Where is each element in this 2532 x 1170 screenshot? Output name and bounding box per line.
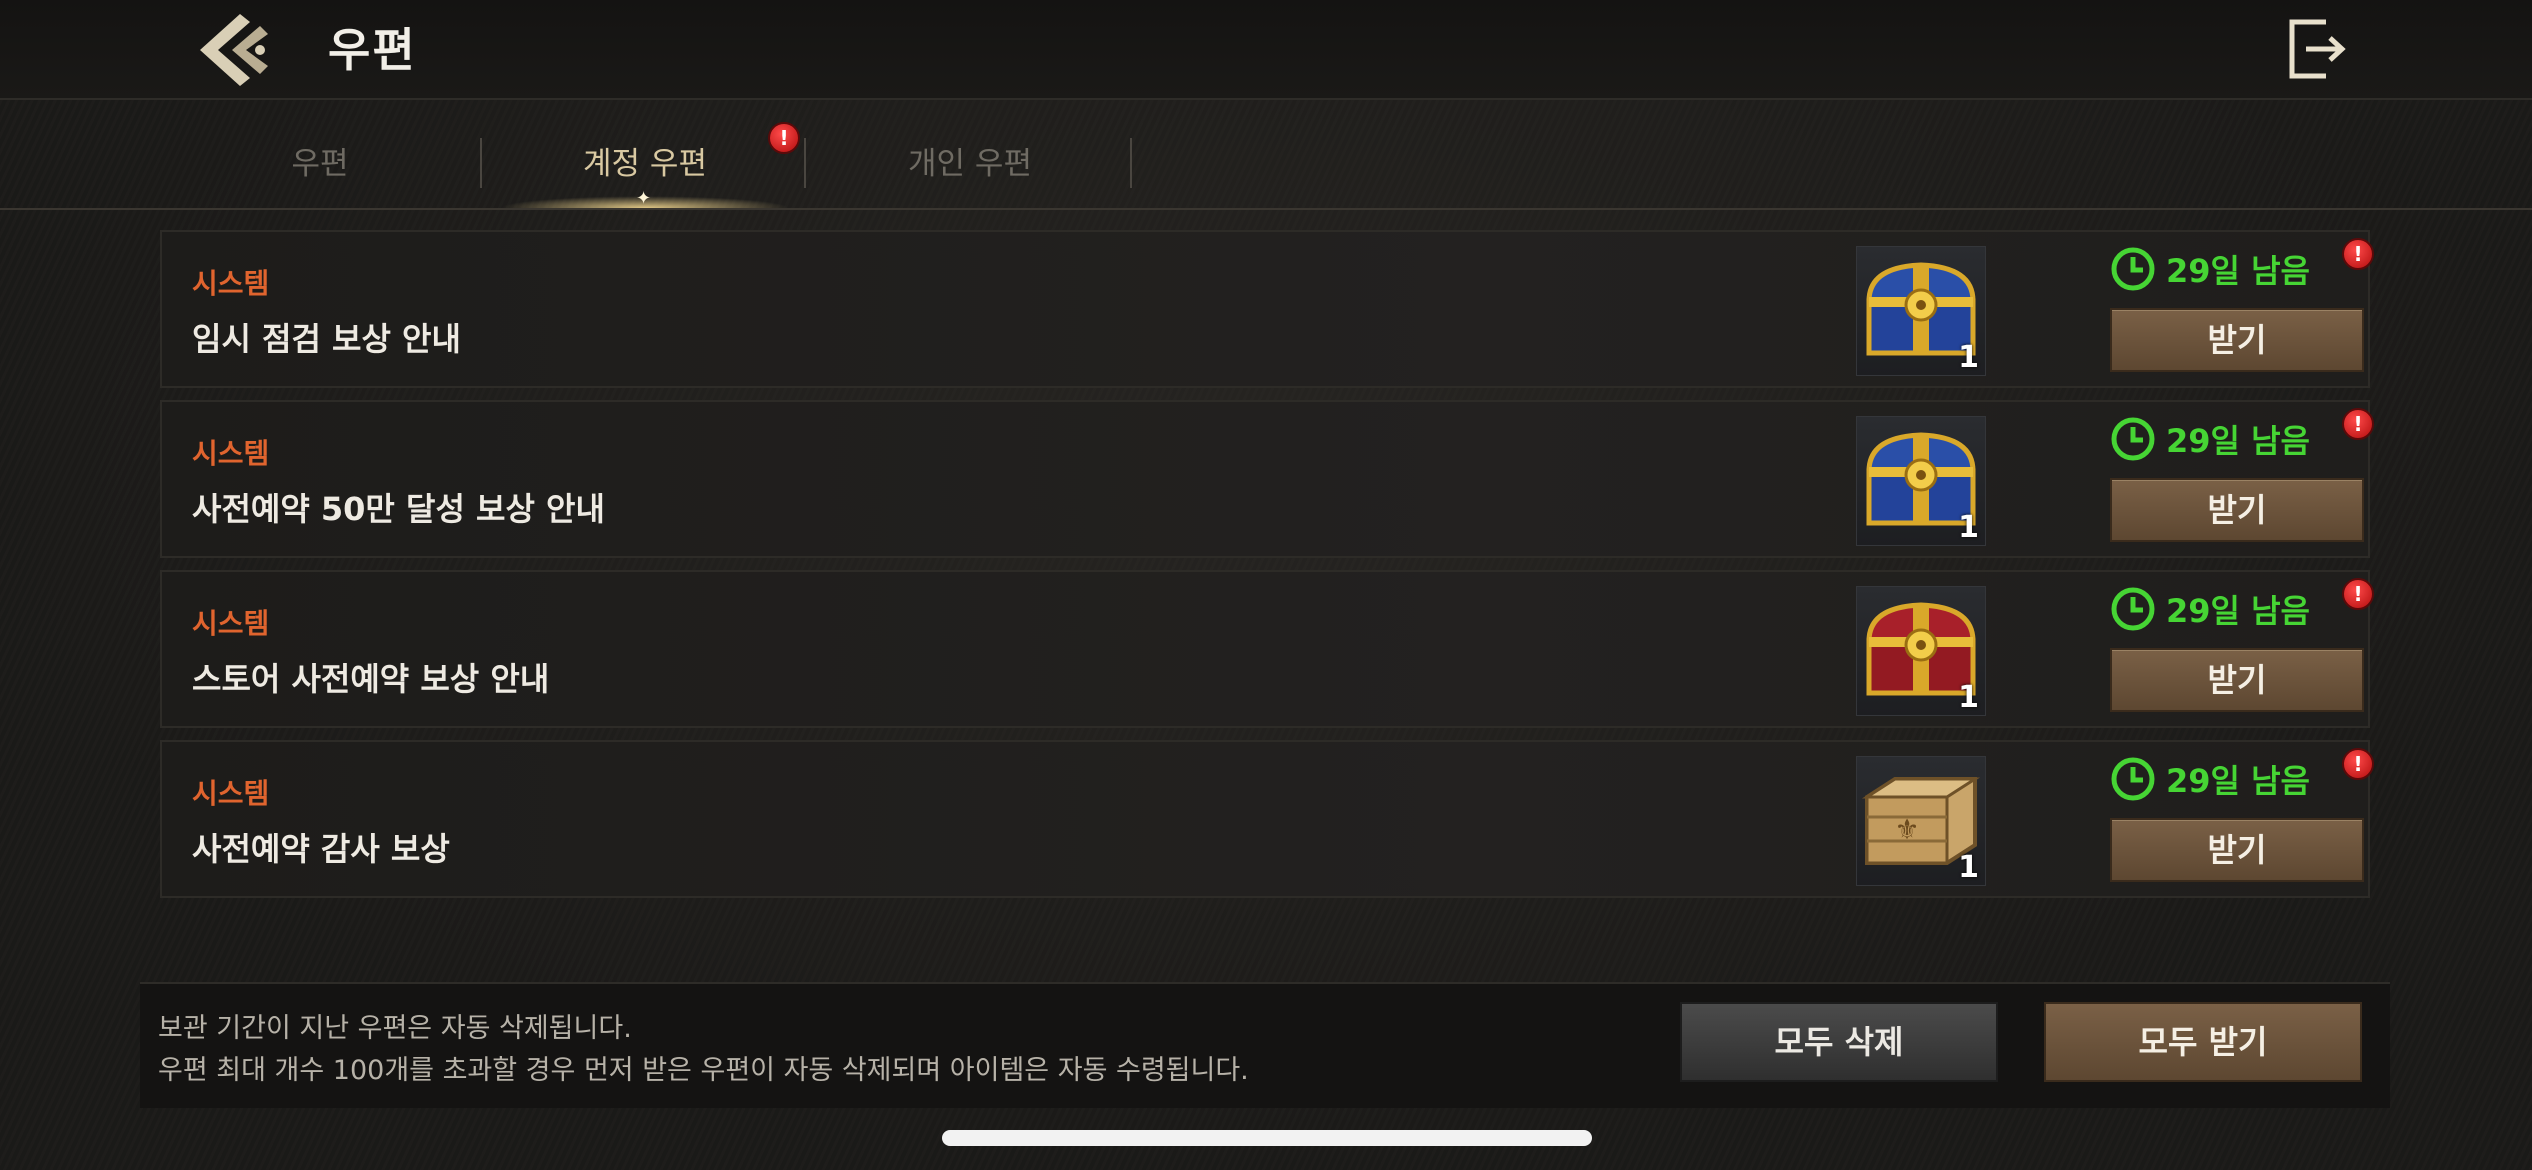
mail-sender: 시스템 (192, 267, 270, 300)
mail-list: 시스템 임시 점검 보상 안내 1 29일 남음 받기 ! 시스템 사전예약 5… (160, 230, 2374, 910)
reward-item-slot[interactable]: 1 (1856, 416, 1986, 546)
item-count: 1 (1958, 680, 1979, 715)
exit-door-icon (2289, 19, 2346, 79)
exit-button[interactable] (2286, 16, 2348, 82)
back-button[interactable] (196, 8, 274, 92)
item-count: 1 (1958, 850, 1979, 885)
top-bar: 우편 (0, 0, 2532, 100)
reward-item-slot[interactable]: ⚜ 1 (1856, 756, 1986, 886)
delete-all-button[interactable]: 모두 삭제 (1680, 1002, 1998, 1082)
time-remaining-text: 29일 남음 (2166, 592, 2310, 630)
claim-button[interactable]: 받기 (2110, 478, 2364, 542)
new-mail-badge: ! (2342, 578, 2374, 610)
reward-item-slot[interactable]: 1 (1856, 246, 1986, 376)
time-remaining: 29일 남음 (2110, 584, 2310, 634)
mail-subject: 임시 점검 보상 안내 (192, 320, 461, 358)
mail-subject: 사전예약 감사 보상 (192, 830, 450, 868)
mail-item[interactable]: 시스템 사전예약 50만 달성 보상 안내 1 29일 남음 받기 ! (160, 400, 2374, 558)
claim-button[interactable]: 받기 (2110, 818, 2364, 882)
clock-icon (2111, 757, 2155, 801)
time-remaining-text: 29일 남음 (2166, 252, 2310, 290)
claim-all-button[interactable]: 모두 받기 (2044, 1002, 2362, 1082)
time-remaining: 29일 남음 (2110, 414, 2310, 464)
mail-sender: 시스템 (192, 777, 270, 810)
mail-subject: 사전예약 50만 달성 보상 안내 (192, 490, 605, 528)
tab-divider (1130, 138, 1132, 188)
time-remaining: 29일 남음 (2110, 754, 2310, 804)
new-mail-badge: ! (2342, 238, 2374, 270)
double-chevron-left-icon (200, 14, 268, 86)
clock-icon (2111, 417, 2155, 461)
time-remaining-text: 29일 남음 (2166, 762, 2310, 800)
mail-subject: 스토어 사전예약 보상 안내 (192, 660, 550, 698)
time-remaining: 29일 남음 (2110, 244, 2310, 294)
claim-button[interactable]: 받기 (2110, 308, 2364, 372)
item-count: 1 (1958, 340, 1979, 375)
tab-alert-badge: ! (768, 122, 800, 154)
time-remaining-text: 29일 남음 (2166, 422, 2310, 460)
home-indicator[interactable] (942, 1130, 1592, 1146)
notice-max-count: 우편 최대 개수 100개를 초과할 경우 먼저 받은 우편이 자동 삭제되며 … (158, 1055, 1249, 1086)
new-mail-badge: ! (2342, 748, 2374, 780)
page-title: 우편 (328, 23, 417, 77)
mail-item[interactable]: 시스템 임시 점검 보상 안내 1 29일 남음 받기 ! (160, 230, 2374, 388)
mail-sender: 시스템 (192, 437, 270, 470)
tab-personal-mail[interactable]: 개인 우편 (870, 138, 1070, 194)
tab-divider (480, 138, 482, 188)
sparkle-icon: ✦ (636, 188, 652, 209)
clock-icon (2111, 247, 2155, 291)
clock-icon (2111, 587, 2155, 631)
mail-item[interactable]: 시스템 사전예약 감사 보상 ⚜ 1 29일 남음 받기 ! (160, 740, 2374, 898)
claim-button[interactable]: 받기 (2110, 648, 2364, 712)
mail-sender: 시스템 (192, 607, 270, 640)
tab-account-mail[interactable]: 계정 우편 (545, 138, 745, 194)
svg-text:⚜: ⚜ (1894, 813, 1919, 846)
notice-retention: 보관 기간이 지난 우편은 자동 삭제됩니다. (158, 1013, 632, 1044)
tab-mail[interactable]: 우편 (220, 138, 420, 194)
tab-divider (804, 138, 806, 188)
new-mail-badge: ! (2342, 408, 2374, 440)
reward-item-slot[interactable]: 1 (1856, 586, 1986, 716)
mail-item[interactable]: 시스템 스토어 사전예약 보상 안내 1 29일 남음 받기 ! (160, 570, 2374, 728)
mail-tabs: 우편 계정 우편 ! ✦ 개인 우편 (0, 100, 2532, 210)
bottom-bar: 보관 기간이 지난 우편은 자동 삭제됩니다. 우편 최대 개수 100개를 초… (140, 982, 2390, 1108)
item-count: 1 (1958, 510, 1979, 545)
